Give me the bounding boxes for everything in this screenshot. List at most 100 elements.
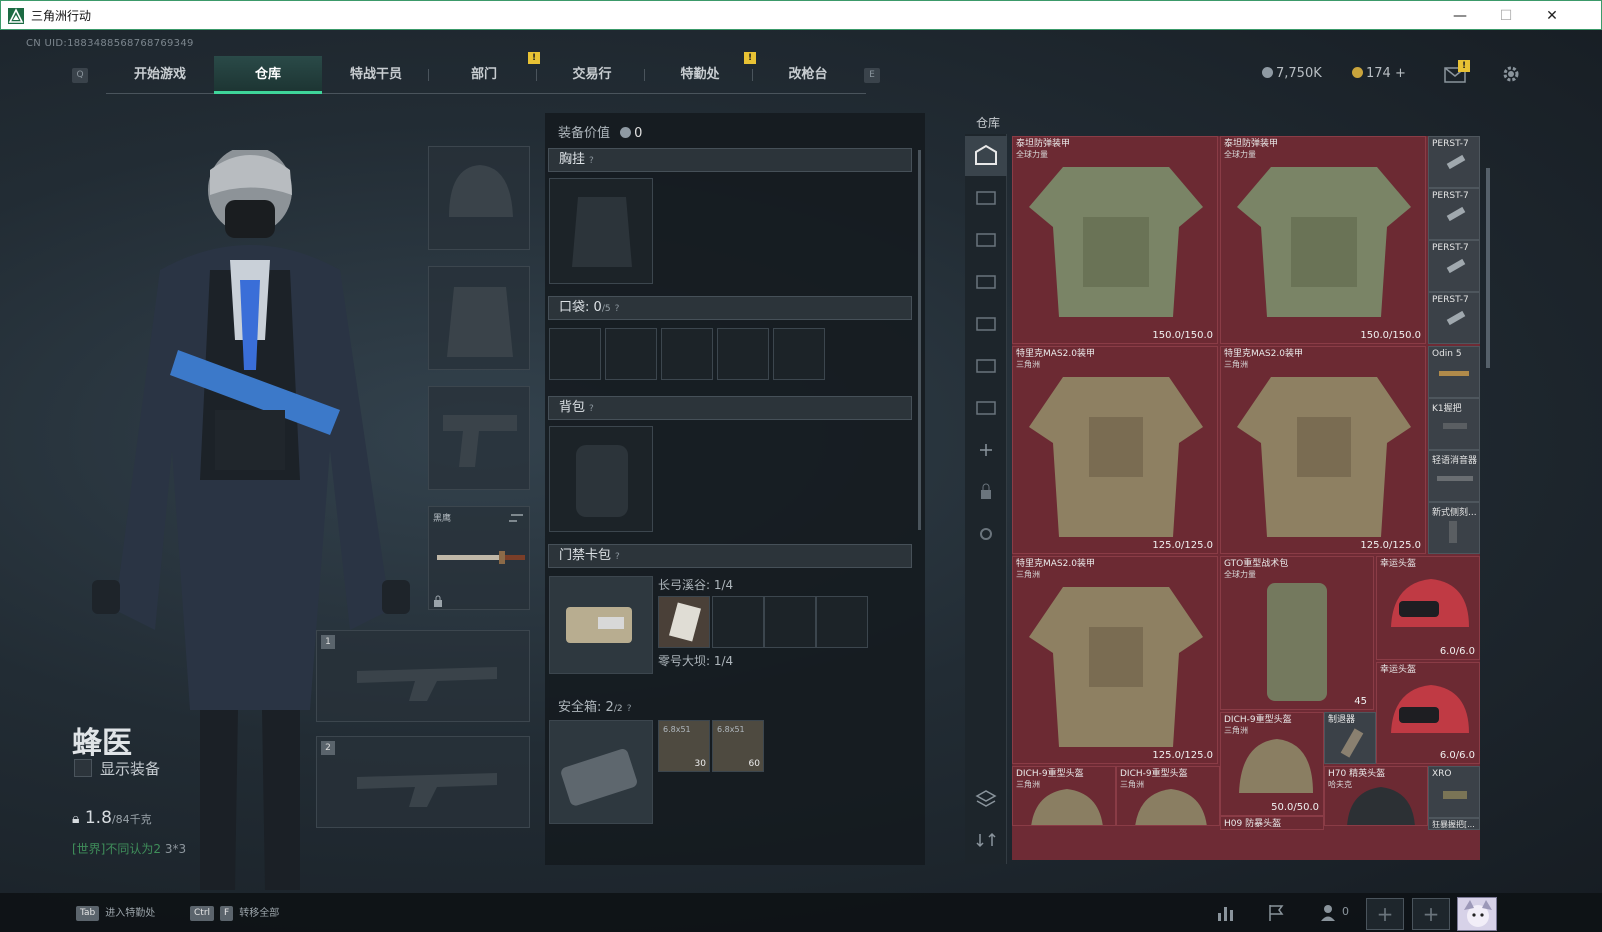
app-icon: [8, 8, 24, 24]
inventory-item[interactable]: PERST-7: [1428, 188, 1480, 240]
inventory-item[interactable]: 泰坦防弹装甲 全球力量 150.0/150.0: [1012, 136, 1218, 344]
pocket-label: 口袋:: [559, 300, 590, 315]
nav-prev-key[interactable]: Q: [72, 68, 88, 83]
item-capacity: 45: [1354, 696, 1367, 707]
nav-next-key[interactable]: E: [864, 68, 880, 83]
close-button[interactable]: ✕: [1529, 1, 1575, 31]
pocket-slot[interactable]: [717, 328, 769, 380]
inventory-item[interactable]: PERST-7: [1428, 292, 1480, 344]
storage-tab-6-icon[interactable]: [965, 388, 1007, 428]
sort-icon[interactable]: [965, 820, 1007, 860]
pocket-count: 0: [593, 300, 602, 315]
friends-icon[interactable]: 0: [1318, 901, 1358, 925]
panel-scrollbar[interactable]: [918, 150, 921, 530]
settings-gear-icon[interactable]: [1500, 64, 1522, 84]
help-icon[interactable]: ?: [627, 704, 632, 714]
layers-icon[interactable]: [965, 778, 1007, 818]
inventory-item[interactable]: 泰坦防弹装甲 全球力量 150.0/150.0: [1220, 136, 1426, 344]
keycard-case-slot[interactable]: [549, 576, 653, 674]
storage-tab-5-icon[interactable]: [965, 346, 1007, 386]
warehouse-scrollbar[interactable]: [1486, 168, 1490, 368]
bottom-bar: Tab 进入特勤处 Ctrl F 转移全部 0 + +: [0, 893, 1602, 932]
add-squad-slot-button[interactable]: +: [1412, 898, 1450, 930]
inventory-item[interactable]: H70 精英头盔 哈夫克: [1324, 766, 1428, 826]
tab-separator: [644, 69, 645, 81]
show-equipment-toggle[interactable]: 显示装备: [74, 758, 160, 779]
inventory-item[interactable]: 制退器: [1324, 712, 1376, 764]
pocket-slot[interactable]: [605, 328, 657, 380]
inventory-item[interactable]: K1握把: [1428, 398, 1480, 450]
armor-slot[interactable]: [428, 266, 530, 370]
storage-tab-4-icon[interactable]: [965, 304, 1007, 344]
help-icon[interactable]: ?: [589, 156, 594, 166]
inventory-item[interactable]: GTO重型战术包 全球力量 45: [1220, 556, 1374, 710]
help-icon[interactable]: ?: [615, 552, 620, 562]
add-squad-slot-button[interactable]: +: [1366, 898, 1404, 930]
tab-start-game[interactable]: 开始游戏: [106, 56, 214, 94]
tab-gunsmith[interactable]: 改枪台: [754, 56, 862, 94]
help-icon[interactable]: ?: [615, 304, 620, 314]
pocket-slot[interactable]: [773, 328, 825, 380]
keycard-slot[interactable]: [764, 596, 816, 648]
chest-rig-slot[interactable]: [549, 178, 653, 284]
checkbox[interactable]: [74, 759, 92, 777]
gold-balance[interactable]: 174 +: [1352, 66, 1406, 81]
silver-balance[interactable]: 7,750K: [1262, 66, 1322, 81]
inventory-item[interactable]: 特里克MAS2.0装甲 三角洲 125.0/125.0: [1220, 346, 1426, 554]
carry-weight: 🔒︎ 1.8/84千克: [72, 808, 152, 828]
pistol-slot[interactable]: [428, 386, 530, 490]
enter-special-ops-hint[interactable]: Tab 进入特勤处: [76, 903, 155, 925]
melee-slot[interactable]: 黑鹰: [428, 506, 530, 610]
ammo-slot[interactable]: 6.8x51 60: [712, 720, 764, 772]
tab-department[interactable]: 部门: [430, 56, 538, 94]
backpack-slot[interactable]: [549, 426, 653, 532]
tab-warehouse[interactable]: 仓库: [214, 56, 322, 94]
inventory-item[interactable]: 狂暴握把[...: [1428, 818, 1480, 830]
helmet-slot[interactable]: [428, 146, 530, 250]
minimize-button[interactable]: —: [1437, 1, 1483, 31]
safebox-slot[interactable]: [549, 720, 653, 824]
locked-storage-icon[interactable]: [965, 472, 1007, 512]
storage-tab-1-icon[interactable]: [965, 178, 1007, 218]
inventory-item[interactable]: 幸运头盔 6.0/6.0: [1376, 556, 1480, 660]
inventory-item[interactable]: 特里克MAS2.0装甲 三角洲 125.0/125.0: [1012, 556, 1218, 764]
add-storage-icon[interactable]: [965, 430, 1007, 470]
player-avatar[interactable]: [1457, 897, 1497, 931]
warehouse-sidebar: [965, 134, 1007, 864]
warehouse-home-icon[interactable]: [965, 136, 1007, 176]
maximize-button[interactable]: ☐: [1483, 1, 1529, 31]
flag-icon[interactable]: [1262, 901, 1290, 925]
primary-weapon-slot[interactable]: 1: [316, 630, 530, 722]
inventory-item[interactable]: XRO: [1428, 766, 1480, 818]
inventory-item[interactable]: 幸运头盔 6.0/6.0: [1376, 662, 1480, 764]
tab-operators[interactable]: 特战干员: [322, 56, 430, 94]
inventory-item[interactable]: DICH-9重型头盔 三角洲: [1012, 766, 1116, 826]
inventory-item[interactable]: 特里克MAS2.0装甲 三角洲 125.0/125.0: [1012, 346, 1218, 554]
inventory-item[interactable]: DICH-9重型头盔 三角洲 50.0/50.0: [1220, 712, 1324, 816]
storage-tab-3-icon[interactable]: [965, 262, 1007, 302]
help-icon[interactable]: ?: [589, 404, 594, 414]
safebox-label: 安全箱:: [558, 700, 602, 715]
keycard-slot[interactable]: [712, 596, 764, 648]
pocket-slot[interactable]: [549, 328, 601, 380]
inventory-item[interactable]: Odin 5: [1428, 346, 1480, 398]
inventory-item[interactable]: 轻语消音器: [1428, 450, 1480, 502]
inventory-item[interactable]: PERST-7: [1428, 240, 1480, 292]
inventory-item[interactable]: DICH-9重型头盔 三角洲: [1116, 766, 1220, 826]
chat-line[interactable]: [世界]不同认为2 3*3: [72, 840, 186, 857]
item-durability: 125.0/125.0: [1360, 540, 1421, 551]
secondary-weapon-slot[interactable]: 2: [316, 736, 530, 828]
keycard-slot[interactable]: [816, 596, 868, 648]
transfer-all-hint[interactable]: Ctrl F 转移全部: [190, 903, 279, 925]
inventory-item[interactable]: PERST-7: [1428, 136, 1480, 188]
storage-tab-2-icon[interactable]: [965, 220, 1007, 260]
ammo-slot[interactable]: 6.8x51 30: [658, 720, 710, 772]
tab-special-ops[interactable]: 特勤处: [646, 56, 754, 94]
tab-market[interactable]: 交易行: [538, 56, 646, 94]
storage-settings-icon[interactable]: [965, 514, 1007, 554]
pocket-slot[interactable]: [661, 328, 713, 380]
inventory-item[interactable]: H09 防暴头盔: [1220, 816, 1324, 830]
stats-chart-icon[interactable]: [1212, 901, 1240, 925]
inventory-item[interactable]: 新式侧刻...: [1428, 502, 1480, 554]
keycard-slot-filled[interactable]: [658, 596, 710, 648]
